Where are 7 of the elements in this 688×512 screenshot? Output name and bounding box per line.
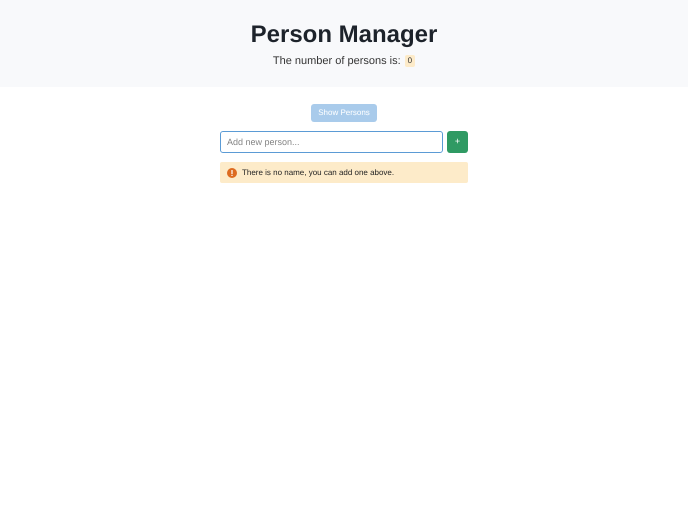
new-person-input[interactable]: Add new person... bbox=[220, 131, 443, 153]
count-label: The number of persons is: bbox=[272, 54, 401, 69]
alert-text: There is no name, you can add one above. bbox=[242, 166, 394, 178]
page-title: Person Manager bbox=[250, 20, 438, 50]
add-button[interactable]: + bbox=[447, 131, 468, 153]
count-badge: 0 bbox=[404, 55, 416, 68]
warning-icon bbox=[227, 168, 237, 178]
